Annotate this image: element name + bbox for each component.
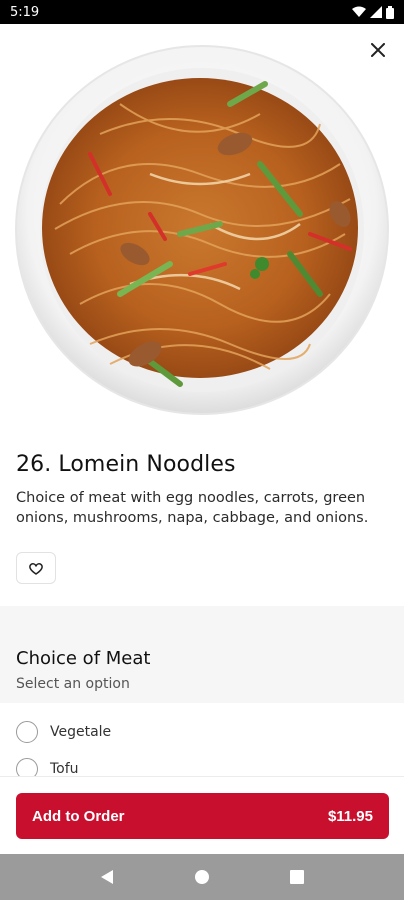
close-button[interactable] [364,36,392,64]
status-bar: 5:19 [0,0,404,24]
options-section-subtitle: Select an option [16,676,130,692]
close-icon [371,43,385,57]
item-title: 26. Lomein Noodles [16,452,236,477]
options-section-title: Choice of Meat [16,648,151,669]
system-nav-bar [0,854,404,900]
favorite-button[interactable] [16,552,56,584]
back-icon [101,870,114,884]
add-to-order-label: Add to Order [32,807,125,825]
item-description: Choice of meat with egg noodles, carrots… [16,490,369,526]
recents-button[interactable] [285,865,309,889]
heart-icon [29,562,43,575]
back-button[interactable] [95,865,119,889]
option-label: Vegetale [50,724,112,740]
noodle-bowl-image [15,45,389,415]
signal-icon [370,6,382,18]
status-time: 5:19 [10,4,40,20]
option-vegetale[interactable]: Vegetale [16,719,111,745]
order-price: $11.95 [327,807,373,825]
battery-icon [386,5,394,19]
status-icons [352,5,394,19]
home-icon [194,870,209,884]
add-to-order-button[interactable]: Add to Order $11.95 [16,793,389,839]
recents-icon [289,870,304,884]
home-button[interactable] [190,865,214,889]
item-image [0,24,404,436]
wifi-icon [352,6,366,17]
option-label: Tofu [50,761,79,777]
order-bar: Add to Order $11.95 [0,776,404,854]
radio-button[interactable] [16,721,38,743]
